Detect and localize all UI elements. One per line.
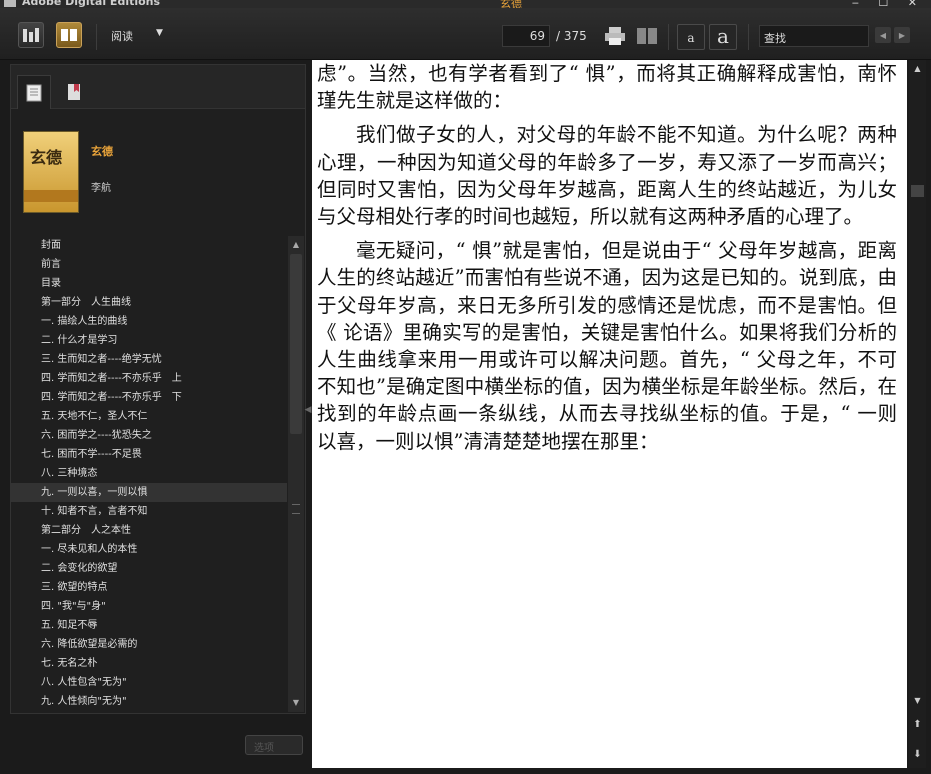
body-paragraph: 毫无疑问，“ 惧”就是害怕，但是说由于“ 父母年岁越高，距离人生的终站越近”而害… bbox=[317, 239, 897, 453]
reading-view-button[interactable] bbox=[56, 22, 82, 48]
library-view-button[interactable] bbox=[18, 22, 44, 48]
body-paragraph: 虑”。当然，也有学者看到了“ 惧”，而将其正确解释成害怕，南怀瑾先生就是这样做的… bbox=[317, 62, 897, 113]
title-bar: Adobe Digital Editions 玄德 ‒ ☐ ✕ bbox=[0, 0, 931, 8]
toc-scrollbar[interactable]: ▲ ▼ bbox=[288, 236, 304, 712]
scroll-down-icon[interactable]: ▼ bbox=[909, 694, 926, 708]
toc-item[interactable]: 前言 bbox=[11, 255, 287, 274]
app-icon bbox=[4, 0, 16, 7]
toc-item[interactable]: 第一部分 人生曲线 bbox=[11, 293, 287, 312]
toolbar-divider bbox=[96, 24, 97, 50]
toc-item[interactable]: 八. 人性包含"无为" bbox=[11, 673, 287, 692]
toc-item[interactable]: 六. 降低欲望是必需的 bbox=[11, 635, 287, 654]
scroll-thumb[interactable] bbox=[911, 185, 924, 197]
toc-item[interactable]: 八. 三种境态 bbox=[11, 464, 287, 483]
toc-item[interactable]: 五. 知足不辱 bbox=[11, 616, 287, 635]
toc-item[interactable]: 二. 会变化的欲望 bbox=[11, 559, 287, 578]
body-paragraph: 我们做子女的人，对父母的年龄不能不知道。为什么呢？两种心理，一种因为知道父母的年… bbox=[317, 123, 897, 229]
page-number-input[interactable]: 69 bbox=[502, 25, 550, 47]
toc-item[interactable]: 四. 学而知之者----不亦乐乎 上 bbox=[11, 369, 287, 388]
book-title: 玄德 bbox=[91, 145, 113, 158]
toc-item[interactable]: 六. 困而学之----犹恐失之 bbox=[11, 426, 287, 445]
toolbar-divider bbox=[748, 24, 749, 50]
search-prev-button[interactable]: ◀ bbox=[875, 27, 891, 43]
options-dropdown[interactable]: 选项 bbox=[245, 735, 303, 755]
toolbar: 阅读 ▼ 69 / 375 a a 查找 ◀ ▶ bbox=[0, 8, 931, 60]
printer-icon bbox=[605, 27, 625, 45]
toc-item[interactable]: 一. 描绘人生的曲线 bbox=[11, 312, 287, 331]
toc-item[interactable]: 三. 欲望的特点 bbox=[11, 578, 287, 597]
chevron-down-icon[interactable]: ▼ bbox=[156, 28, 163, 38]
toc-item[interactable]: 三. 生而知之者----绝学无忧 bbox=[11, 350, 287, 369]
document-title: 玄德 bbox=[500, 0, 522, 8]
toc-item[interactable]: 九. 人性倾向"无为" bbox=[11, 692, 287, 711]
scroll-thumb[interactable] bbox=[290, 254, 302, 434]
toc-item[interactable]: 九. 一则以喜，一则以惧 bbox=[11, 483, 287, 502]
toolbar-divider bbox=[668, 24, 669, 50]
app-title: Adobe Digital Editions bbox=[22, 0, 161, 8]
document-icon bbox=[26, 84, 42, 101]
book-cover: 玄德 bbox=[23, 131, 79, 213]
toc-item[interactable]: 十. 知者不言，言者不知 bbox=[11, 502, 287, 521]
increase-font-button[interactable]: a bbox=[709, 24, 737, 50]
toc-item[interactable]: 一. 尽未见和人的本性 bbox=[11, 540, 287, 559]
toc-item[interactable]: 七. 困而不学----不足畏 bbox=[11, 445, 287, 464]
page-scrollbar[interactable]: ▲ ▼ ⬆ ⬇ bbox=[909, 60, 926, 768]
page-up-icon[interactable]: ⬆ bbox=[909, 718, 926, 732]
panel-tabs bbox=[11, 65, 305, 109]
toc-item[interactable]: 七. 无名之朴 bbox=[11, 654, 287, 673]
scroll-up-icon[interactable]: ▲ bbox=[288, 238, 304, 252]
panel-splitter[interactable]: ◀ bbox=[305, 390, 312, 430]
book-author: 李航 bbox=[91, 183, 111, 194]
toc-item[interactable]: 目录 bbox=[11, 274, 287, 293]
library-icon bbox=[23, 28, 39, 42]
tab-bookmarks[interactable] bbox=[57, 75, 91, 109]
toc-item[interactable]: 五. 天地不仁，圣人不仁 bbox=[11, 407, 287, 426]
toc-item[interactable]: 四. "我"与"身" bbox=[11, 597, 287, 616]
toc-item[interactable]: 第二部分 人之本性 bbox=[11, 521, 287, 540]
decrease-font-button[interactable]: a bbox=[677, 24, 705, 50]
book-icon bbox=[637, 28, 657, 44]
view-mode-dropdown[interactable]: 阅读 bbox=[111, 28, 133, 44]
search-next-button[interactable]: ▶ bbox=[894, 27, 910, 43]
toc-item[interactable]: 四. 学而知之者----不亦乐乎 下 bbox=[11, 388, 287, 407]
search-input[interactable]: 查找 bbox=[759, 25, 869, 47]
window-controls[interactable]: ‒ ☐ ✕ bbox=[852, 0, 925, 8]
scroll-down-icon[interactable]: ▼ bbox=[288, 696, 304, 710]
cover-title: 玄德 bbox=[30, 148, 63, 167]
open-book-icon bbox=[61, 29, 77, 41]
bookmark-view-button[interactable] bbox=[634, 24, 660, 48]
page-down-icon[interactable]: ⬇ bbox=[909, 748, 926, 762]
print-button[interactable] bbox=[602, 24, 628, 48]
book-info: 玄德 玄德 李航 bbox=[11, 125, 305, 225]
table-of-contents: 封面 前言 目录 第一部分 人生曲线 一. 描绘人生的曲线 二. 什么才是学习 三. 生而知… bbox=[11, 236, 287, 712]
scroll-up-icon[interactable]: ▲ bbox=[909, 62, 926, 76]
toc-item[interactable]: 封面 bbox=[11, 236, 287, 255]
reading-page: 虑”。当然，也有学者看到了“ 惧”，而将其正确解释成害怕，南怀瑾先生就是这样做的… bbox=[312, 60, 907, 768]
toc-item[interactable]: 二. 什么才是学习 bbox=[11, 331, 287, 350]
total-pages: / 375 bbox=[556, 29, 587, 43]
navigation-panel: 玄德 玄德 李航 封面 前言 目录 第一部分 人生曲线 一. 描绘人生的曲线 二. 什么才… bbox=[10, 64, 306, 714]
tab-contents[interactable] bbox=[17, 75, 51, 109]
grip-icon bbox=[292, 504, 300, 514]
bookmark-icon bbox=[68, 84, 80, 100]
